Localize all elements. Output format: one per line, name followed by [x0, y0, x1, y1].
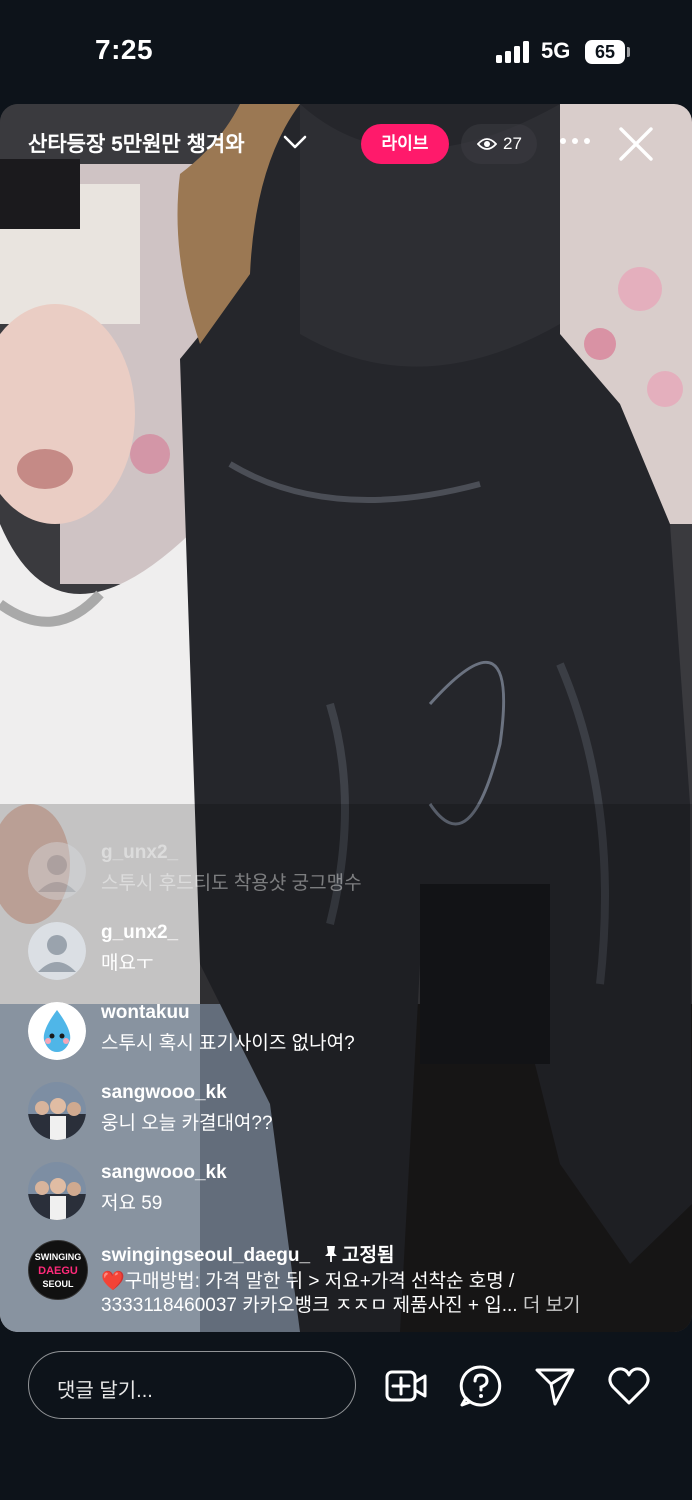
comment-item[interactable]: sangwooo_kk 저요 59 [28, 1158, 668, 1228]
comment-item[interactable]: sangwooo_kk 웅니 오늘 카결대여?? [28, 1078, 668, 1148]
comment-username[interactable]: g_unx2_ [101, 842, 178, 864]
pinned-text-line2: 3333118460037 카카오뱅크 ㅈㅈㅁ 제품사진 + 입... 더 보기 [101, 1290, 581, 1317]
signal-icon [496, 41, 532, 63]
viewer-count: 27 [503, 134, 522, 153]
svg-text:SWINGING: SWINGING [35, 1252, 82, 1262]
brand-logo: SWINGING DAEGU SEOUL [35, 1252, 82, 1289]
heart-icon[interactable] [607, 1364, 651, 1408]
question-icon[interactable] [459, 1364, 503, 1408]
pinned-badge: 고정됨 [324, 1245, 395, 1266]
network-type: 5G [541, 38, 571, 63]
live-title[interactable]: 산타등장 5만원만 챙겨와 [28, 128, 245, 158]
comment-input-placeholder: 댓글 달기... [57, 1380, 153, 1402]
more-options-icon[interactable] [560, 130, 592, 152]
comment-text: 저요 59 [101, 1193, 163, 1214]
status-time: 7:25 [95, 34, 154, 65]
comment-username[interactable]: wontakuu [101, 1002, 190, 1024]
status-bar: 7:25 5G 65 [0, 0, 692, 104]
comment-input[interactable]: 댓글 달기... [28, 1351, 356, 1419]
comment-item[interactable]: wontakuu 스투시 혹시 표기사이즈 없나여? [28, 998, 668, 1068]
comment-item[interactable]: g_unx2_ 스투시 후드티도 착용샷 궁그맹수 [28, 838, 668, 908]
comment-username[interactable]: g_unx2_ [101, 922, 178, 944]
pin-icon [325, 1246, 338, 1262]
water-drop-avatar-icon[interactable] [28, 1002, 86, 1060]
eye-icon [477, 138, 497, 150]
swinging-seoul-logo-avatar[interactable]: SWINGING DAEGU SEOUL [28, 1240, 88, 1300]
default-avatar-icon[interactable] [28, 842, 86, 900]
send-icon[interactable] [533, 1364, 577, 1408]
close-icon[interactable] [616, 124, 656, 164]
see-more-link[interactable]: 더 보기 [523, 1295, 581, 1316]
comment-text: 스투시 혹시 표기사이즈 없나여? [101, 1033, 355, 1054]
group-photo-avatar-icon[interactable] [28, 1082, 86, 1140]
svg-text:SEOUL: SEOUL [42, 1279, 74, 1289]
pinned-text-line2-content: 3333118460037 카카오뱅크 ㅈㅈㅁ 제품사진 + 입... [101, 1295, 518, 1316]
add-video-icon[interactable] [384, 1364, 428, 1408]
viewer-count-badge[interactable]: 27 [461, 124, 537, 164]
svg-text:DAEGU: DAEGU [38, 1265, 78, 1277]
live-top-bar: 산타등장 5만원만 챙겨와 라이브 27 [0, 104, 692, 184]
chevron-down-icon[interactable] [282, 132, 308, 152]
comment-username[interactable]: sangwooo_kk [101, 1162, 227, 1184]
live-badge: 라이브 [361, 124, 449, 164]
pinned-comment[interactable]: SWINGING DAEGU SEOUL swingingseoul_daegu… [28, 1236, 668, 1332]
group-photo-avatar-icon[interactable] [28, 1162, 86, 1220]
pinned-header: swingingseoul_daegu_ 고정됨 [101, 1240, 395, 1267]
comment-username[interactable]: sangwooo_kk [101, 1082, 227, 1104]
comment-username[interactable]: swingingseoul_daegu_ [101, 1245, 310, 1266]
pinned-label: 고정됨 [342, 1245, 395, 1266]
pinned-text-line1: ❤️구매방법: 가격 말한 뒤 > 저요+가격 선착순 호명 / [101, 1271, 515, 1292]
default-avatar-icon[interactable] [28, 922, 86, 980]
battery-tip [627, 47, 630, 57]
comment-text: 웅니 오늘 카결대여?? [101, 1113, 273, 1134]
battery-icon: 65 [585, 40, 625, 64]
comment-item[interactable]: g_unx2_ 매요ㅜ [28, 918, 668, 988]
comment-text: 스투시 후드티도 착용샷 궁그맹수 [101, 873, 362, 894]
comment-text: 매요ㅜ [101, 953, 154, 974]
